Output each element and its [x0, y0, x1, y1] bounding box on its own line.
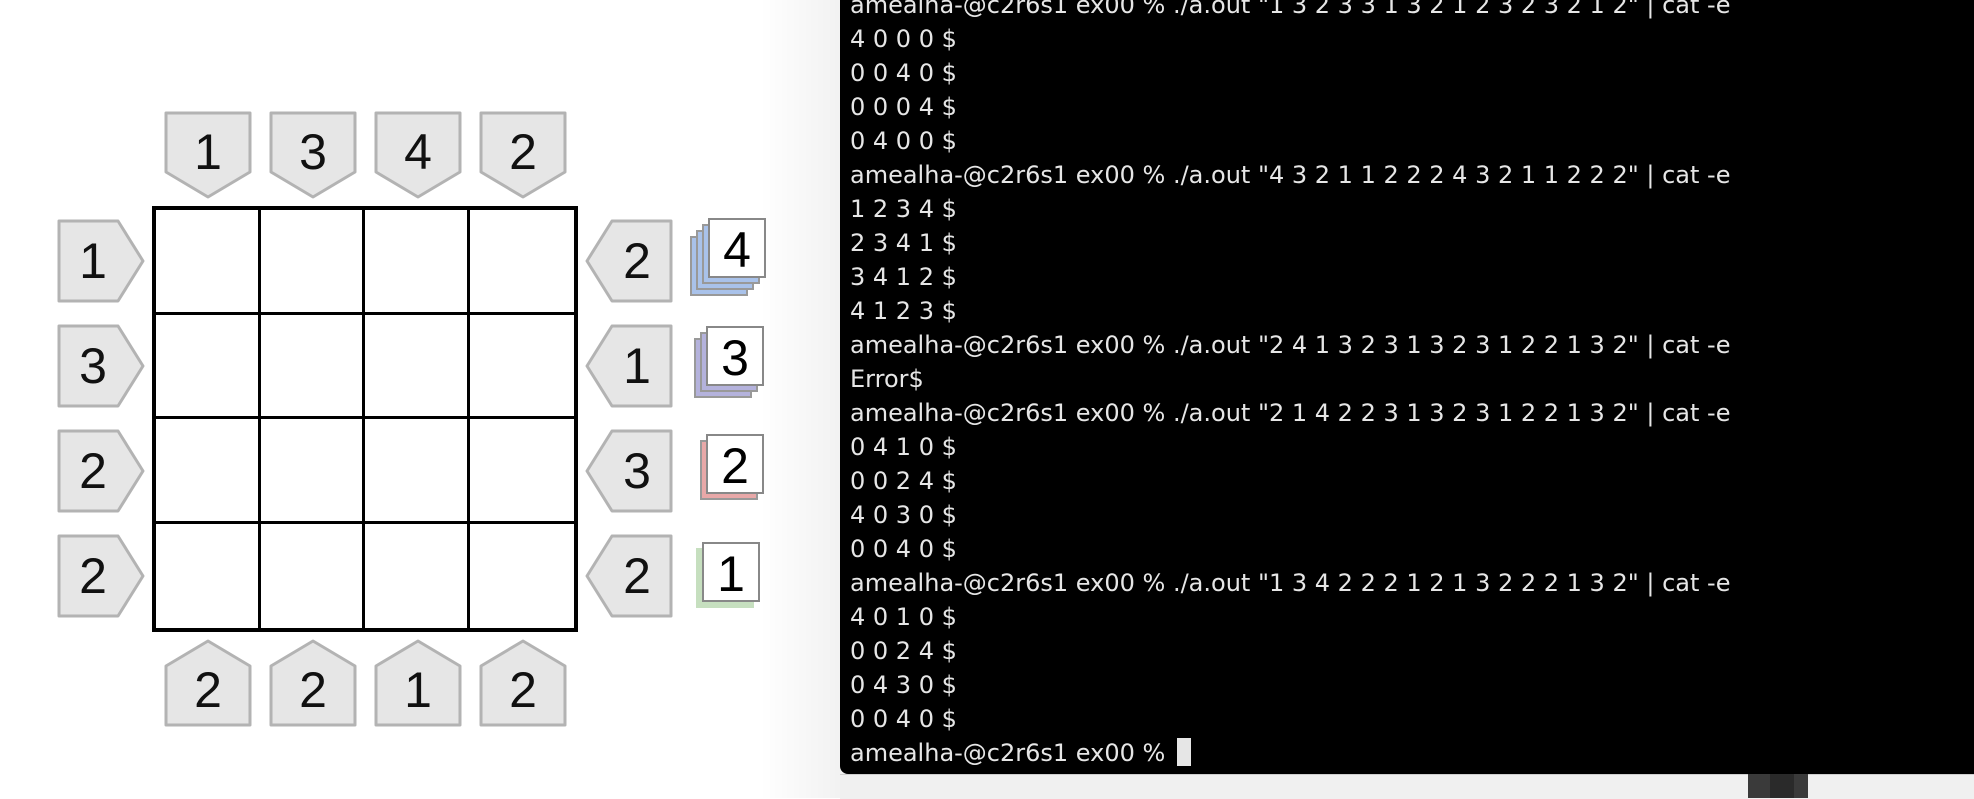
grid-cell: [156, 210, 261, 315]
left-clue-number: 1: [79, 233, 107, 289]
right-clue-number: 2: [623, 548, 651, 604]
terminal-line: 2 3 4 1 $: [850, 229, 957, 257]
top-clue: 2: [478, 110, 568, 200]
bottom-clue: 1: [373, 638, 463, 728]
top-clue: 4: [373, 110, 463, 200]
right-clue: 2: [584, 218, 674, 304]
terminal-line: 0 4 1 0 $: [850, 433, 957, 461]
right-clue: 1: [584, 323, 674, 409]
grid-cell: [260, 314, 365, 419]
left-clue: 2: [56, 533, 146, 619]
top-clue: 3: [268, 110, 358, 200]
grid-cell: [469, 315, 574, 419]
bottom-clue: 2: [163, 638, 253, 728]
terminal-line: Error$: [850, 365, 924, 393]
terminal-line: amealha-@c2r6s1 ex00 % ./a.out "2 4 1 3 …: [850, 331, 1731, 359]
right-clue-number: 1: [623, 338, 651, 394]
terminal-line: 4 0 1 0 $: [850, 603, 957, 631]
terminal-line: amealha-@c2r6s1 ex00 % ./a.out "4 3 2 1 …: [850, 161, 1731, 189]
left-clue-number: 2: [79, 443, 107, 499]
terminal-line: 1 2 3 4 $: [850, 195, 957, 223]
bottom-clue: 2: [268, 638, 358, 728]
stack-front-square: 1: [702, 542, 760, 602]
grid-cell: [365, 210, 470, 315]
terminal-line: 4 0 0 0 $: [850, 25, 957, 53]
grid-cell: [470, 524, 575, 629]
grid-cell: [156, 314, 261, 419]
terminal-line: 0 4 3 0 $: [850, 671, 957, 699]
terminal-line: amealha-@c2r6s1 ex00 % ./a.out "2 1 4 2 …: [850, 399, 1731, 427]
stack-front-square: 4: [708, 218, 766, 278]
grid-cell: [365, 523, 470, 628]
left-clue: 2: [56, 428, 146, 514]
left-clue-number: 2: [79, 548, 107, 604]
right-clue-number: 2: [623, 233, 651, 289]
right-clue: 2: [584, 533, 674, 619]
terminal-line: 0 4 0 0 $: [850, 127, 957, 155]
bottom-clue-number: 2: [299, 662, 327, 718]
grid-cell: [260, 419, 365, 524]
terminal-line: 0 0 2 4 $: [850, 467, 957, 495]
top-clue-number: 3: [299, 124, 327, 180]
left-clue: 3: [56, 323, 146, 409]
dock-item: [1770, 774, 1794, 798]
bottom-clue-number: 2: [194, 662, 222, 718]
right-clue: 3: [584, 428, 674, 514]
terminal-prompt-line[interactable]: amealha-@c2r6s1 ex00 %: [850, 736, 1730, 770]
left-clue: 1: [56, 218, 146, 304]
grid-cell: [156, 419, 261, 524]
terminal-output: amealha-@c2r6s1 ex00 % ./a.out "1 3 2 3 …: [850, 0, 1730, 770]
stack-front-square: 2: [706, 434, 764, 494]
grid-cell: [260, 210, 365, 315]
left-clue-number: 3: [79, 338, 107, 394]
terminal-line: 0 0 4 0 $: [850, 535, 957, 563]
terminal-line: 0 0 2 4 $: [850, 637, 957, 665]
grid-cell: [365, 314, 470, 419]
right-clue-number: 3: [623, 443, 651, 499]
grid-cell: [365, 419, 470, 524]
bottom-clue-number: 1: [404, 662, 432, 718]
terminal-line: 0 0 0 4 $: [850, 93, 957, 121]
top-clue-number: 1: [194, 124, 222, 180]
terminal-line: 4 1 2 3 $: [850, 297, 957, 325]
top-clue-number: 2: [509, 124, 537, 180]
terminal-line: amealha-@c2r6s1 ex00 % ./a.out "1 3 4 2 …: [850, 569, 1731, 597]
top-clue: 1: [163, 110, 253, 200]
top-clue-number: 4: [404, 124, 432, 180]
skyscraper-puzzle: 1342221213222132 4321: [0, 0, 840, 798]
bottom-clue: 2: [478, 638, 568, 728]
terminal-line: 0 0 4 0 $: [850, 705, 957, 733]
terminal-window[interactable]: amealha-@c2r6s1 ex00 % ./a.out "1 3 2 3 …: [840, 0, 1974, 774]
terminal-line: 0 0 4 0 $: [850, 59, 957, 87]
puzzle-grid: [152, 206, 578, 632]
grid-cell: [156, 523, 261, 628]
bottom-clue-number: 2: [509, 662, 537, 718]
stack-front-square: 3: [706, 326, 764, 386]
terminal-line: 3 4 1 2 $: [850, 263, 957, 291]
terminal-line: 4 0 3 0 $: [850, 501, 957, 529]
terminal-prompt: amealha-@c2r6s1 ex00 %: [850, 739, 1173, 767]
terminal-line: amealha-@c2r6s1 ex00 % ./a.out "1 3 2 3 …: [850, 0, 1731, 19]
terminal-cursor: [1176, 738, 1191, 766]
grid-cell: [261, 523, 365, 628]
grid-cell: [469, 419, 574, 524]
grid-cell: [469, 210, 574, 315]
